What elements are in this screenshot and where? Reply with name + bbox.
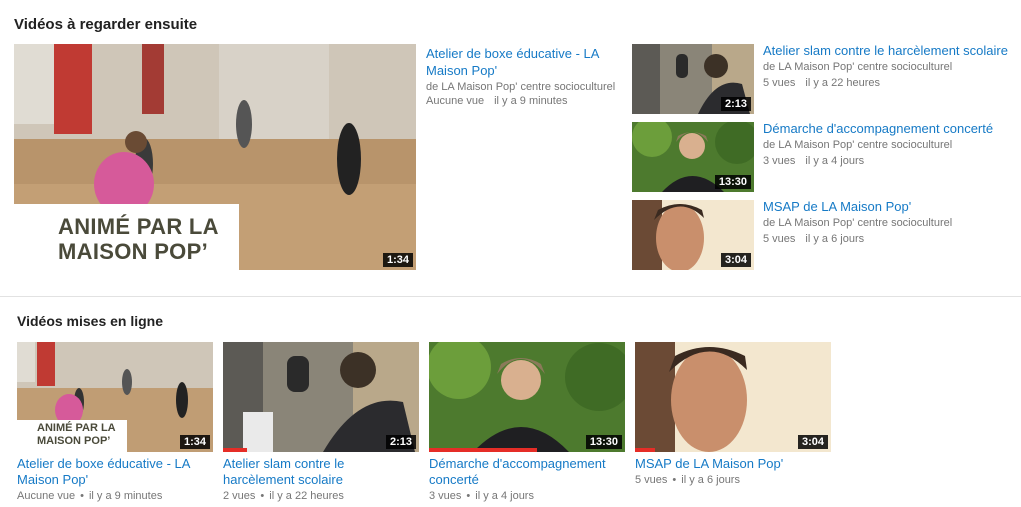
duration-badge: 13:30 — [585, 435, 622, 449]
thumbnail-overlay-text: ANIMÉ PAR LA MAISON POP’ — [58, 214, 219, 264]
side-video-meta: 5 vues il y a 22 heures — [763, 76, 880, 90]
view-count: Aucune vue — [426, 95, 485, 107]
duration-badge: 13:30 — [714, 175, 751, 189]
side-video-channel[interactable]: de LA Maison Pop' centre socioculturel — [763, 138, 952, 152]
upload-video-title[interactable]: Atelier de boxe éducative - LA Maison Po… — [17, 456, 213, 488]
view-count: 5 vues — [763, 233, 796, 245]
section-title-watch-next: Vidéos à regarder ensuite — [14, 16, 198, 33]
upload-age: il y a 9 minutes — [88, 490, 163, 502]
upload-video-title[interactable]: Atelier slam contre le harcèlement scola… — [223, 456, 403, 488]
upload-age: il y a 9 minutes — [494, 95, 568, 107]
upload-age: il y a 6 jours — [805, 233, 865, 245]
upload-video-title[interactable]: Démarche d'accompagnement concerté — [429, 456, 625, 488]
upload-video-title[interactable]: MSAP de LA Maison Pop' — [635, 456, 831, 472]
upload-video-meta: 2 vues • il y a 22 heures — [223, 490, 344, 502]
view-count: 3 vues — [763, 155, 796, 167]
duration-badge: 2:13 — [720, 97, 751, 111]
duration-badge: 3:04 — [720, 253, 751, 267]
side-video-thumbnail[interactable]: 3:04 — [632, 200, 754, 270]
featured-video-thumbnail[interactable]: ANIMÉ PAR LA MAISON POP’ 1:34 — [14, 44, 416, 270]
side-video-title[interactable]: Atelier slam contre le harcèlement scola… — [763, 43, 1019, 59]
side-video-thumbnail[interactable]: 13:30 — [632, 122, 754, 192]
upload-age: il y a 6 jours — [681, 474, 740, 486]
side-video-meta: 5 vues il y a 6 jours — [763, 232, 864, 246]
featured-video-meta: Aucune vue il y a 9 minutes — [426, 94, 567, 108]
view-count: 5 vues — [763, 77, 796, 89]
upload-video-thumbnail[interactable]: 2:13 — [223, 342, 419, 452]
upload-video-thumbnail[interactable]: 3:04 — [635, 342, 831, 452]
overlay-line-2: MAISON POP’ — [58, 239, 208, 264]
upload-video-meta: 5 vues • il y a 6 jours — [635, 474, 740, 486]
overlay-line-1: ANIMÉ PAR LA — [58, 214, 219, 239]
featured-video-title[interactable]: Atelier de boxe éducative - LA Maison Po… — [426, 45, 616, 79]
side-video-title[interactable]: MSAP de LA Maison Pop' — [763, 199, 1019, 215]
upload-age: il y a 4 jours — [475, 490, 534, 502]
upload-age: il y a 22 heures — [269, 490, 344, 502]
overlay-line-1: ANIMÉ PAR LA — [37, 422, 116, 434]
side-video-channel[interactable]: de LA Maison Pop' centre socioculturel — [763, 60, 952, 74]
side-video-meta: 3 vues il y a 4 jours — [763, 154, 864, 168]
watch-progress-bar — [223, 448, 247, 452]
thumbnail-overlay-text: ANIMÉ PAR LA MAISON POP’ — [37, 422, 116, 448]
duration-badge: 3:04 — [797, 435, 828, 449]
duration-badge: 1:34 — [382, 253, 413, 267]
section-divider — [0, 296, 1021, 297]
duration-badge: 1:34 — [179, 435, 210, 449]
watch-progress-bar — [429, 448, 537, 452]
view-count: 5 vues — [635, 474, 668, 486]
overlay-line-2: MAISON POP’ — [37, 435, 111, 447]
view-count: Aucune vue — [17, 490, 76, 502]
upload-video-thumbnail[interactable]: 13:30 — [429, 342, 625, 452]
upload-video-meta: 3 vues • il y a 4 jours — [429, 490, 534, 502]
side-video-channel[interactable]: de LA Maison Pop' centre socioculturel — [763, 216, 952, 230]
view-count: 2 vues — [223, 490, 256, 502]
upload-video-meta: Aucune vue • il y a 9 minutes — [17, 490, 163, 502]
view-count: 3 vues — [429, 490, 462, 502]
upload-video-thumbnail[interactable]: ANIMÉ PAR LA MAISON POP’ 1:34 — [17, 342, 213, 452]
section-title-uploads: Vidéos mises en ligne — [17, 313, 164, 329]
upload-age: il y a 4 jours — [805, 155, 865, 167]
duration-badge: 2:13 — [385, 435, 416, 449]
upload-age: il y a 22 heures — [805, 77, 881, 89]
side-video-thumbnail[interactable]: 2:13 — [632, 44, 754, 114]
featured-channel-name[interactable]: de LA Maison Pop' centre socioculturel — [426, 80, 615, 94]
watch-progress-bar — [635, 448, 655, 452]
side-video-title[interactable]: Démarche d'accompagnement concerté — [763, 121, 1019, 137]
